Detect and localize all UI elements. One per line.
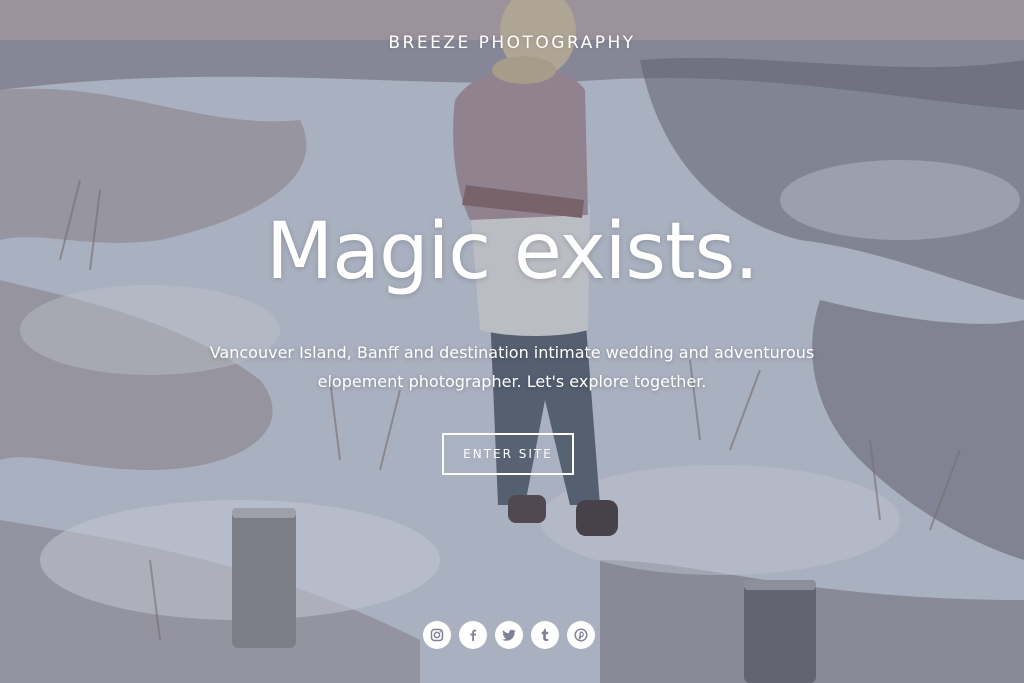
enter-site-button[interactable]: ENTER SITE bbox=[442, 433, 574, 475]
pinterest-link[interactable] bbox=[567, 621, 595, 649]
twitter-link[interactable] bbox=[495, 621, 523, 649]
twitter-icon bbox=[501, 629, 516, 641]
facebook-icon bbox=[470, 629, 477, 641]
facebook-link[interactable] bbox=[459, 621, 487, 649]
tumblr-icon bbox=[541, 629, 549, 641]
site-brand[interactable]: BREEZE PHOTOGRAPHY bbox=[0, 33, 1024, 53]
social-links bbox=[423, 621, 601, 649]
hero-tagline: Vancouver Island, Banff and destination … bbox=[209, 343, 815, 391]
hero-section: BREEZE PHOTOGRAPHY Magic exists. Vancouv… bbox=[0, 0, 1024, 683]
pinterest-icon bbox=[574, 628, 588, 642]
instagram-icon bbox=[430, 628, 444, 642]
hero-headline: Magic exists. bbox=[265, 207, 759, 297]
tumblr-link[interactable] bbox=[531, 621, 559, 649]
instagram-link[interactable] bbox=[423, 621, 451, 649]
